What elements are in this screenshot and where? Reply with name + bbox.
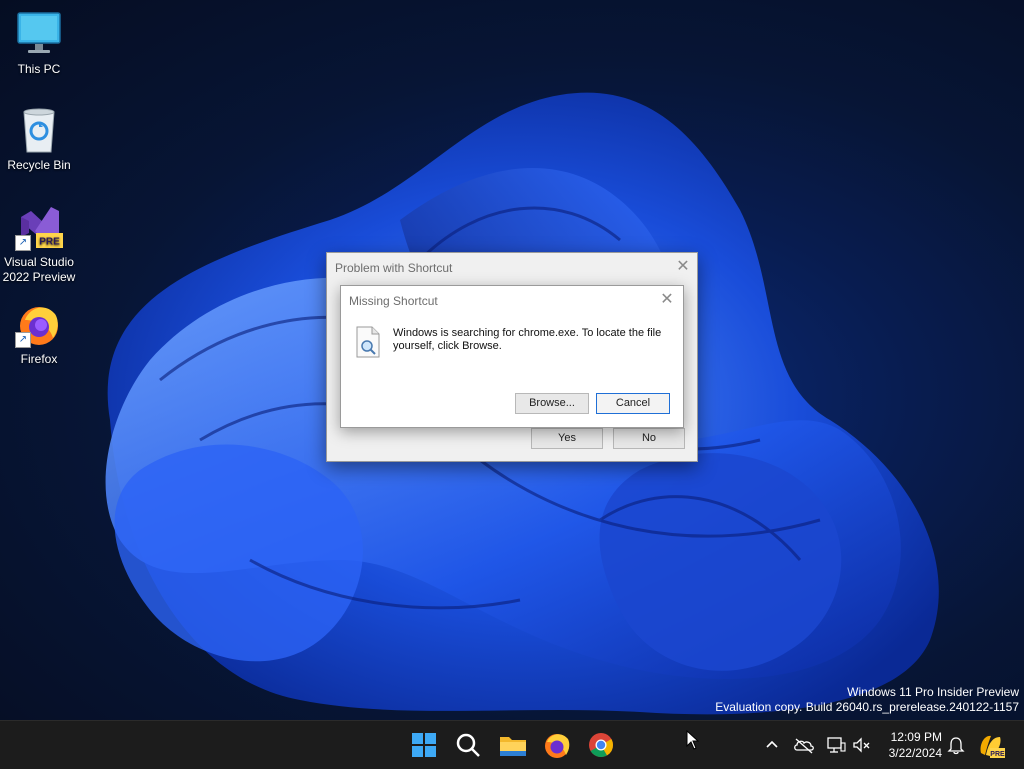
- visual-studio-label-line1: Visual Studio: [4, 255, 74, 269]
- svg-text:PRE: PRE: [990, 751, 1005, 758]
- copilot-icon[interactable]: PRE: [976, 731, 1006, 761]
- notification-bell-icon[interactable]: [944, 733, 968, 757]
- close-icon[interactable]: ✕: [659, 292, 675, 308]
- firefox-label: Firefox: [20, 352, 58, 366]
- taskbar: 12:09 PM 3/22/2024 PRE: [0, 720, 1024, 769]
- onedrive-icon[interactable]: [792, 733, 816, 757]
- no-button[interactable]: No: [613, 428, 685, 449]
- desktop-icon-recycle-bin[interactable]: Recycle Bin: [0, 106, 78, 173]
- missing-shortcut-dialog: Missing Shortcut ✕ Windows is searching …: [340, 285, 684, 428]
- dialog-title: Missing Shortcut: [349, 294, 438, 308]
- firefox-icon[interactable]: [541, 729, 573, 761]
- shortcut-arrow-icon: ↗: [15, 235, 31, 251]
- svg-text:PRE: PRE: [39, 237, 60, 248]
- desktop-icon-firefox[interactable]: ↗ Firefox: [0, 300, 78, 367]
- watermark-line2: Evaluation copy. Build 26040.rs_prerelea…: [715, 700, 1019, 714]
- visual-studio-label: Visual Studio 2022 Preview: [3, 255, 76, 285]
- dialog-title: Problem with Shortcut: [335, 261, 453, 275]
- document-search-icon: [355, 326, 381, 363]
- clock-time: 12:09 PM: [890, 730, 942, 744]
- monitor-icon: [15, 10, 63, 58]
- clock[interactable]: 12:09 PM 3/22/2024: [889, 729, 942, 761]
- watermark-line1: Windows 11 Pro Insider Preview: [847, 685, 1019, 699]
- desktop-icon-this-pc[interactable]: This PC: [0, 10, 78, 77]
- volume-muted-icon[interactable]: [850, 733, 874, 757]
- file-explorer-icon[interactable]: [497, 729, 529, 761]
- desktop-icon-visual-studio[interactable]: PRE ↗ Visual Studio 2022 Preview: [0, 203, 78, 285]
- yes-button[interactable]: Yes: [531, 428, 603, 449]
- cancel-button[interactable]: Cancel: [596, 393, 670, 414]
- mouse-cursor-icon: [686, 729, 700, 755]
- clock-date: 3/22/2024: [888, 746, 942, 760]
- chevron-up-icon[interactable]: [760, 733, 784, 757]
- browse-button[interactable]: Browse...: [515, 393, 589, 414]
- visual-studio-preview-icon: PRE ↗: [15, 203, 63, 251]
- start-icon[interactable]: [408, 729, 440, 761]
- dialog-message: Windows is searching for chrome.exe. To …: [393, 327, 662, 352]
- chrome-icon[interactable]: [585, 729, 617, 761]
- recycle-bin-label: Recycle Bin: [7, 158, 71, 172]
- this-pc-label: This PC: [17, 62, 61, 76]
- shortcut-arrow-icon: ↗: [15, 332, 31, 348]
- evaluation-watermark: Windows 11 Pro Insider Preview Evaluatio…: [715, 685, 1019, 715]
- close-icon[interactable]: ✕: [675, 259, 691, 275]
- recycle-bin-icon: [15, 106, 63, 154]
- network-icon[interactable]: [824, 733, 848, 757]
- firefox-icon: ↗: [15, 300, 63, 348]
- visual-studio-label-line2: 2022 Preview: [2, 270, 76, 284]
- search-icon[interactable]: [452, 729, 484, 761]
